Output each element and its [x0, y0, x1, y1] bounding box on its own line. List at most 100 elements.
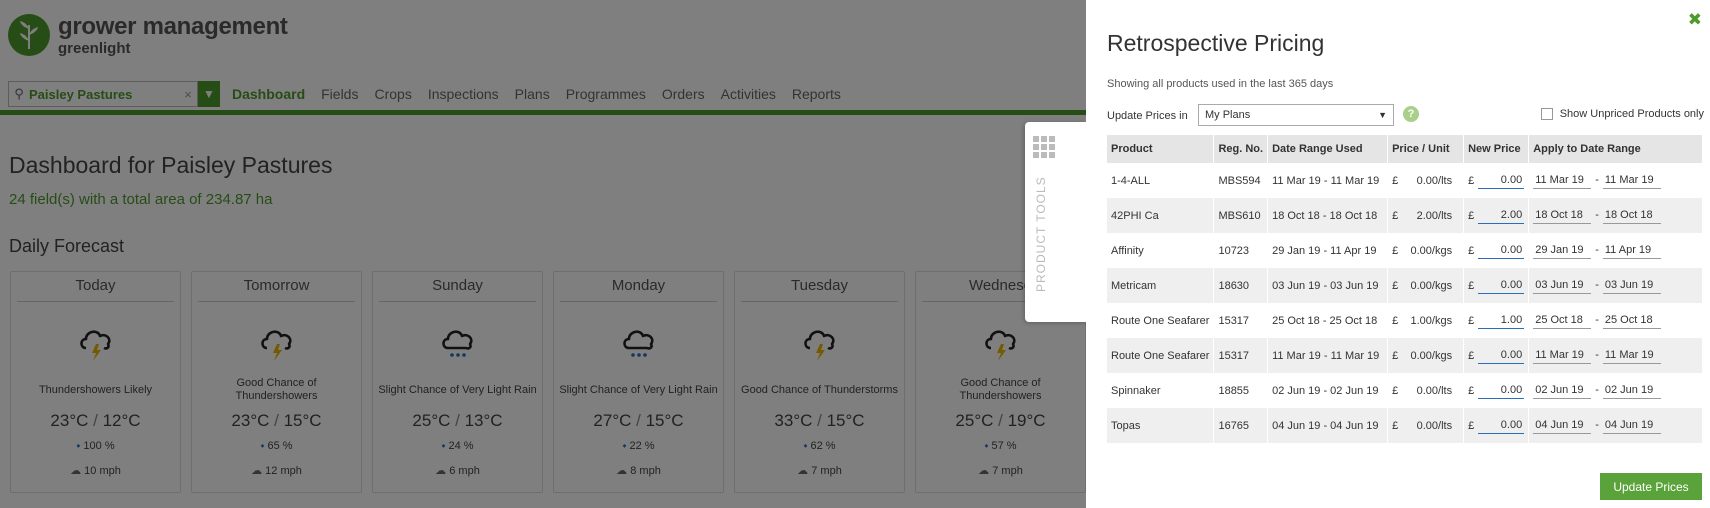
currency-symbol: £: [1468, 384, 1475, 397]
new-price-input[interactable]: [1478, 277, 1525, 294]
grid-icon: [1033, 136, 1055, 158]
help-icon[interactable]: ?: [1403, 106, 1419, 122]
range-dash: -: [1595, 349, 1599, 361]
retrospective-pricing-modal: ✖ Retrospective Pricing Showing all prod…: [1086, 0, 1710, 508]
currency-symbol: £: [1468, 349, 1475, 362]
product-name: Spinnaker: [1107, 373, 1215, 408]
apply-to-date-input[interactable]: [1602, 312, 1661, 329]
close-icon[interactable]: ✖: [1688, 10, 1702, 30]
apply-date-range-cell: -: [1528, 373, 1703, 408]
price-per-unit: £0.00/lts: [1387, 373, 1465, 408]
apply-to-date-input[interactable]: [1602, 417, 1661, 434]
currency-symbol: £: [1392, 349, 1399, 362]
apply-from-date-input[interactable]: [1533, 347, 1592, 364]
reg-no: 16765: [1213, 408, 1269, 443]
table-row: Route One Seafarer 15317 25 Oct 18 - 25 Oc…: [1107, 303, 1703, 338]
currency-symbol: £: [1392, 209, 1399, 222]
col-price-unit: Price / Unit: [1387, 135, 1465, 163]
update-prices-button[interactable]: Update Prices: [1600, 473, 1702, 500]
modal-title: Retrospective Pricing: [1107, 30, 1325, 56]
col-date-range-used: Date Range Used: [1267, 135, 1389, 163]
new-price-cell: £: [1463, 338, 1530, 373]
price-value: 0.00/kgs: [1410, 349, 1453, 362]
currency-symbol: £: [1468, 419, 1475, 432]
apply-date-range-cell: -: [1528, 233, 1703, 268]
reg-no: 18630: [1213, 268, 1269, 303]
reg-no: 18855: [1213, 373, 1269, 408]
reg-no: MBS610: [1213, 198, 1269, 233]
modal-backdrop[interactable]: [0, 0, 1086, 508]
product-name: Route One Seafarer: [1107, 338, 1215, 373]
apply-to-date-input[interactable]: [1602, 347, 1661, 364]
show-unpriced-checkbox[interactable]: [1540, 108, 1553, 120]
reg-no: 15317: [1213, 303, 1269, 338]
table-row: Spinnaker 18855 02 Jun 19 - 02 Jun 19 £0.00…: [1107, 373, 1703, 408]
reg-no: 10723: [1213, 233, 1269, 268]
pricing-table: Product Reg. No. Date Range Used Price /…: [1107, 135, 1703, 443]
product-tools-tab[interactable]: PRODUCT TOOLS: [1025, 122, 1086, 322]
background-app: grower management greenlight ⚲ Paisley P…: [0, 0, 1086, 508]
new-price-input[interactable]: [1478, 417, 1525, 434]
apply-date-range-cell: -: [1528, 163, 1703, 198]
price-per-unit: £0.00/lts: [1387, 408, 1465, 443]
apply-date-range-cell: -: [1528, 408, 1703, 443]
update-in-label: Update Prices in: [1107, 110, 1188, 122]
price-per-unit: £0.00/kgs: [1387, 338, 1465, 373]
currency-symbol: £: [1468, 174, 1475, 187]
apply-from-date-input[interactable]: [1533, 207, 1592, 224]
table-header-row: Product Reg. No. Date Range Used Price /…: [1107, 135, 1703, 163]
show-unpriced-toggle[interactable]: Show Unpriced Products only: [1540, 108, 1704, 120]
apply-from-date-input[interactable]: [1533, 277, 1592, 294]
new-price-input[interactable]: [1478, 242, 1525, 259]
apply-from-date-input[interactable]: [1533, 172, 1592, 189]
apply-from-date-input[interactable]: [1533, 382, 1592, 399]
new-price-input[interactable]: [1478, 172, 1525, 189]
range-dash: -: [1595, 279, 1599, 291]
currency-symbol: £: [1392, 384, 1399, 397]
update-in-select[interactable]: My Plans ▼: [1198, 104, 1394, 126]
price-value: 2.00/lts: [1416, 209, 1453, 222]
reg-no: MBS594: [1213, 163, 1269, 198]
apply-to-date-input[interactable]: [1602, 207, 1661, 224]
col-apply-date-range: Apply to Date Range: [1528, 135, 1703, 163]
new-price-input[interactable]: [1478, 382, 1525, 399]
range-dash: -: [1595, 314, 1599, 326]
new-price-input[interactable]: [1478, 347, 1525, 364]
apply-to-date-input[interactable]: [1602, 172, 1661, 189]
currency-symbol: £: [1392, 174, 1399, 187]
apply-from-date-input[interactable]: [1533, 242, 1592, 259]
currency-symbol: £: [1392, 279, 1399, 292]
apply-to-date-input[interactable]: [1602, 277, 1661, 294]
range-dash: -: [1595, 384, 1599, 396]
currency-symbol: £: [1468, 314, 1475, 327]
apply-from-date-input[interactable]: [1533, 312, 1592, 329]
new-price-cell: £: [1463, 233, 1530, 268]
price-value: 0.00/lts: [1416, 384, 1453, 397]
product-name: 1-4-ALL: [1107, 163, 1215, 198]
date-range-used: 18 Oct 18 - 18 Oct 18: [1267, 198, 1389, 233]
date-range-used: 25 Oct 18 - 25 Oct 18: [1267, 303, 1389, 338]
currency-symbol: £: [1392, 314, 1399, 327]
new-price-cell: £: [1463, 163, 1530, 198]
currency-symbol: £: [1468, 209, 1475, 222]
new-price-cell: £: [1463, 198, 1530, 233]
range-dash: -: [1595, 209, 1599, 221]
new-price-input[interactable]: [1478, 312, 1525, 329]
range-dash: -: [1595, 174, 1599, 186]
apply-from-date-input[interactable]: [1533, 417, 1592, 434]
new-price-input[interactable]: [1478, 207, 1525, 224]
table-row: 1-4-ALL MBS594 11 Mar 19 - 11 Mar 19 £0.00/…: [1107, 163, 1703, 198]
date-range-used: 29 Jan 19 - 11 Apr 19: [1267, 233, 1389, 268]
caret-down-icon: ▼: [1378, 110, 1387, 120]
price-value: 1.00/kgs: [1410, 314, 1453, 327]
modal-subtitle: Showing all products used in the last 36…: [1107, 78, 1334, 90]
price-value: 0.00/kgs: [1410, 279, 1453, 292]
product-name: Topas: [1107, 408, 1215, 443]
apply-to-date-input[interactable]: [1602, 242, 1661, 259]
new-price-cell: £: [1463, 303, 1530, 338]
table-row: Affinity 10723 29 Jan 19 - 11 Apr 19 £0.00/…: [1107, 233, 1703, 268]
apply-to-date-input[interactable]: [1602, 382, 1661, 399]
table-row: Route One Seafarer 15317 11 Mar 19 - 11 Ma…: [1107, 338, 1703, 373]
price-value: 0.00/lts: [1416, 174, 1453, 187]
price-value: 0.00/kgs: [1410, 244, 1453, 257]
